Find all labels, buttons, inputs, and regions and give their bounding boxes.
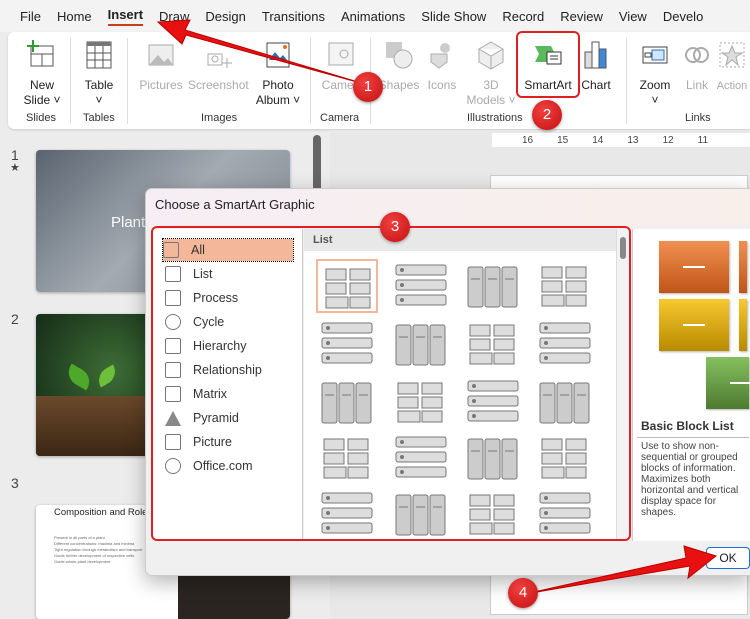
new-slide-label: New	[29, 78, 54, 92]
screenshot-button[interactable]: Screenshot	[188, 40, 249, 93]
new-slide-button[interactable]: New Slide ˅	[18, 40, 66, 108]
preview-title: Basic Block List	[641, 419, 734, 433]
shapes-label: Shapes	[378, 78, 420, 92]
annotation-badge-3: 3	[380, 212, 410, 242]
ruler-tick: 12	[662, 134, 674, 146]
screenshot-label: Screenshot	[188, 78, 249, 92]
divider	[70, 38, 71, 124]
photo-album-icon	[266, 42, 290, 68]
preview-block	[739, 299, 747, 351]
action-button[interactable]: Action	[714, 40, 750, 94]
menu-bar: File Home Insert Draw Design Transitions…	[0, 0, 750, 32]
ruler-tick: 11	[697, 134, 709, 146]
ruler-tick: 15	[557, 134, 569, 146]
menu-transitions[interactable]: Transitions	[262, 9, 325, 24]
divider	[310, 38, 311, 124]
ruler-tick: 13	[627, 134, 639, 146]
cameo-icon	[328, 42, 354, 66]
menu-review[interactable]: Review	[560, 9, 603, 24]
menu-home[interactable]: Home	[57, 9, 92, 24]
screenshot-icon	[207, 53, 232, 68]
new-slide-label-2: Slide ˅	[23, 93, 61, 107]
photo-album-label-2: Album ˅	[255, 93, 301, 107]
new-slide-icon	[27, 40, 54, 67]
slide-title: Composition and Role	[54, 507, 148, 518]
menu-design[interactable]: Design	[205, 9, 245, 24]
action-star-icon	[719, 42, 745, 68]
slide-number: 3	[11, 475, 19, 491]
annotation-badge-2: 2	[532, 100, 562, 130]
preview-block	[659, 241, 729, 293]
scrollbar[interactable]	[313, 135, 321, 195]
menu-animations[interactable]: Animations	[341, 9, 405, 24]
ok-button[interactable]: OK	[706, 547, 750, 569]
slide-number: 2	[11, 311, 19, 327]
action-label: Action	[716, 80, 748, 92]
pictures-button[interactable]: Pictures	[136, 40, 186, 93]
link-label: Link	[685, 78, 708, 92]
annotation-badge-4: 4	[508, 578, 538, 608]
ruler-tick: 16	[522, 134, 534, 146]
group-tables: Tables	[83, 112, 115, 124]
zoom-icon	[642, 46, 668, 64]
chart-icon	[584, 41, 607, 69]
icons-icon	[430, 43, 450, 69]
sprout-leaf	[63, 363, 95, 391]
table-label: Table	[84, 78, 114, 92]
divider	[637, 437, 749, 438]
menu-insert[interactable]: Insert	[107, 7, 144, 26]
ruler: 16 15 14 13 12 11	[492, 133, 750, 147]
annotation-box-smartart	[516, 31, 580, 98]
zoom-label: Zoom	[639, 78, 671, 92]
link-button[interactable]: Link	[680, 40, 714, 93]
ruler-tick: 14	[592, 134, 604, 146]
preview-block	[706, 357, 750, 409]
preview-description: Use to show non-sequential or grouped bl…	[641, 441, 739, 518]
icons-label: Icons	[427, 78, 457, 92]
table-icon	[86, 41, 112, 69]
icons-button[interactable]: Icons	[422, 40, 462, 93]
preview-block	[659, 299, 729, 351]
menu-file[interactable]: File	[20, 9, 41, 24]
3d-cube-icon	[478, 41, 504, 70]
group-images: Images	[201, 112, 238, 124]
table-button[interactable]: Table ˅	[78, 40, 120, 108]
group-links: Links	[685, 112, 711, 124]
divider	[626, 38, 627, 124]
link-icon	[685, 47, 709, 63]
3d-models-label: 3D	[483, 78, 499, 92]
menu-draw[interactable]: Draw	[159, 9, 189, 24]
group-slides: Slides	[26, 112, 56, 124]
preview-panel: Basic Block List Use to show non-sequent…	[632, 229, 750, 541]
shapes-button[interactable]: Shapes	[378, 40, 420, 93]
menu-record[interactable]: Record	[502, 9, 544, 24]
menu-slide-show[interactable]: Slide Show	[421, 9, 486, 24]
slide-title: Plant	[111, 214, 146, 231]
shapes-icon	[386, 42, 413, 69]
group-camera: Camera	[320, 112, 360, 124]
dialog-title: Choose a SmartArt Graphic	[146, 189, 750, 226]
zoom-button[interactable]: Zoom ˅	[632, 40, 678, 108]
preview-block	[739, 241, 747, 293]
group-illustrations: Illustrations	[467, 112, 523, 124]
chart-label: Chart	[581, 78, 611, 92]
divider	[127, 38, 128, 124]
3d-models-button[interactable]: 3D Models ˅	[466, 40, 516, 108]
menu-developer[interactable]: Develo	[663, 9, 703, 24]
pictures-icon	[148, 44, 174, 66]
photo-album-label: Photo	[262, 78, 294, 92]
table-dropdown: ˅	[95, 93, 103, 107]
3d-models-label-2: Models ˅	[466, 93, 516, 107]
annotation-badge-1: 1	[353, 72, 383, 102]
chart-button[interactable]: Chart	[578, 40, 614, 93]
animation-star-icon: ★	[10, 162, 20, 174]
photo-album-button[interactable]: Photo Album ˅	[254, 40, 302, 108]
menu-view[interactable]: View	[619, 9, 647, 24]
zoom-dropdown: ˅	[651, 93, 659, 107]
annotation-box-gallery	[151, 226, 631, 541]
sprout-leaf	[93, 364, 121, 388]
pictures-label: Pictures	[139, 78, 183, 92]
